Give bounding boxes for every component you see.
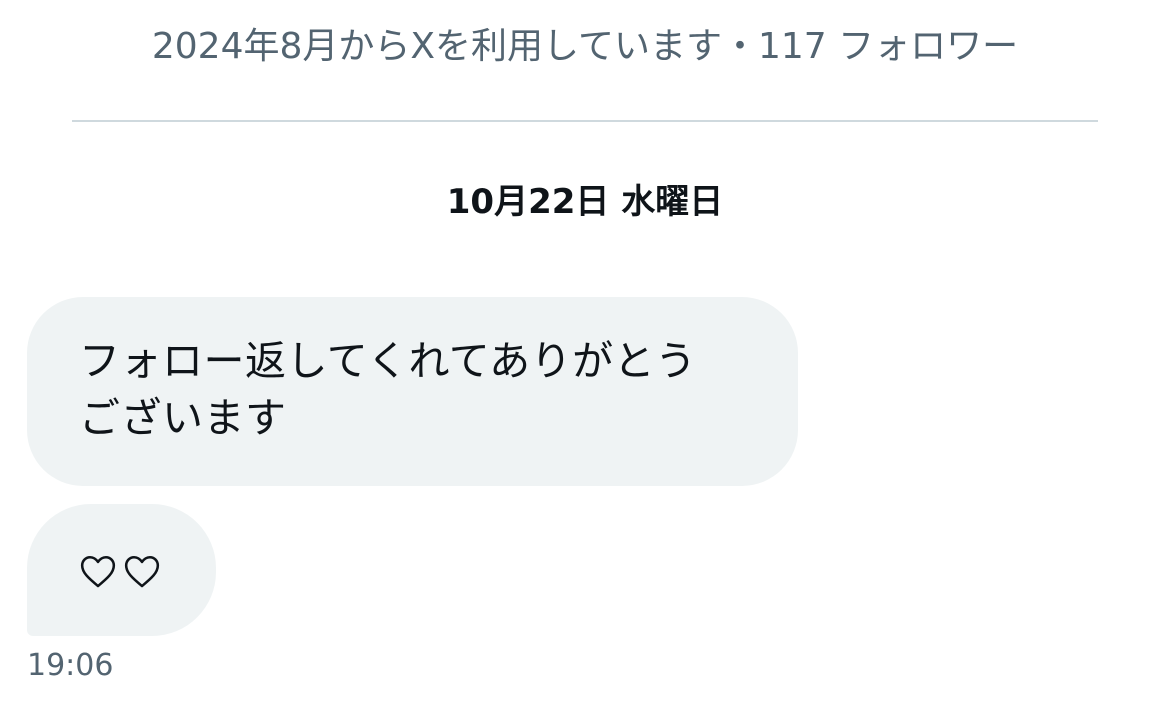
heart-outline-icon <box>80 555 116 588</box>
message-bubble[interactable] <box>27 504 216 636</box>
profile-meta: 2024年8月からXを利用しています・117 フォロワー <box>151 26 1019 67</box>
message-bubble[interactable]: フォロー返してくれてありがとう ございます <box>27 297 798 486</box>
message-text-line: フォロー返してくれてありがとう <box>79 337 697 385</box>
message-timestamp: 19:06 <box>27 648 114 683</box>
divider <box>72 120 1098 122</box>
message-emoji <box>79 551 161 589</box>
message-text: フォロー返してくれてありがとう ございます <box>79 333 746 447</box>
message-text-line: ございます <box>79 394 287 442</box>
heart-outline-icon <box>124 555 160 588</box>
date-separator: 10月22日 水曜日 <box>446 182 724 222</box>
